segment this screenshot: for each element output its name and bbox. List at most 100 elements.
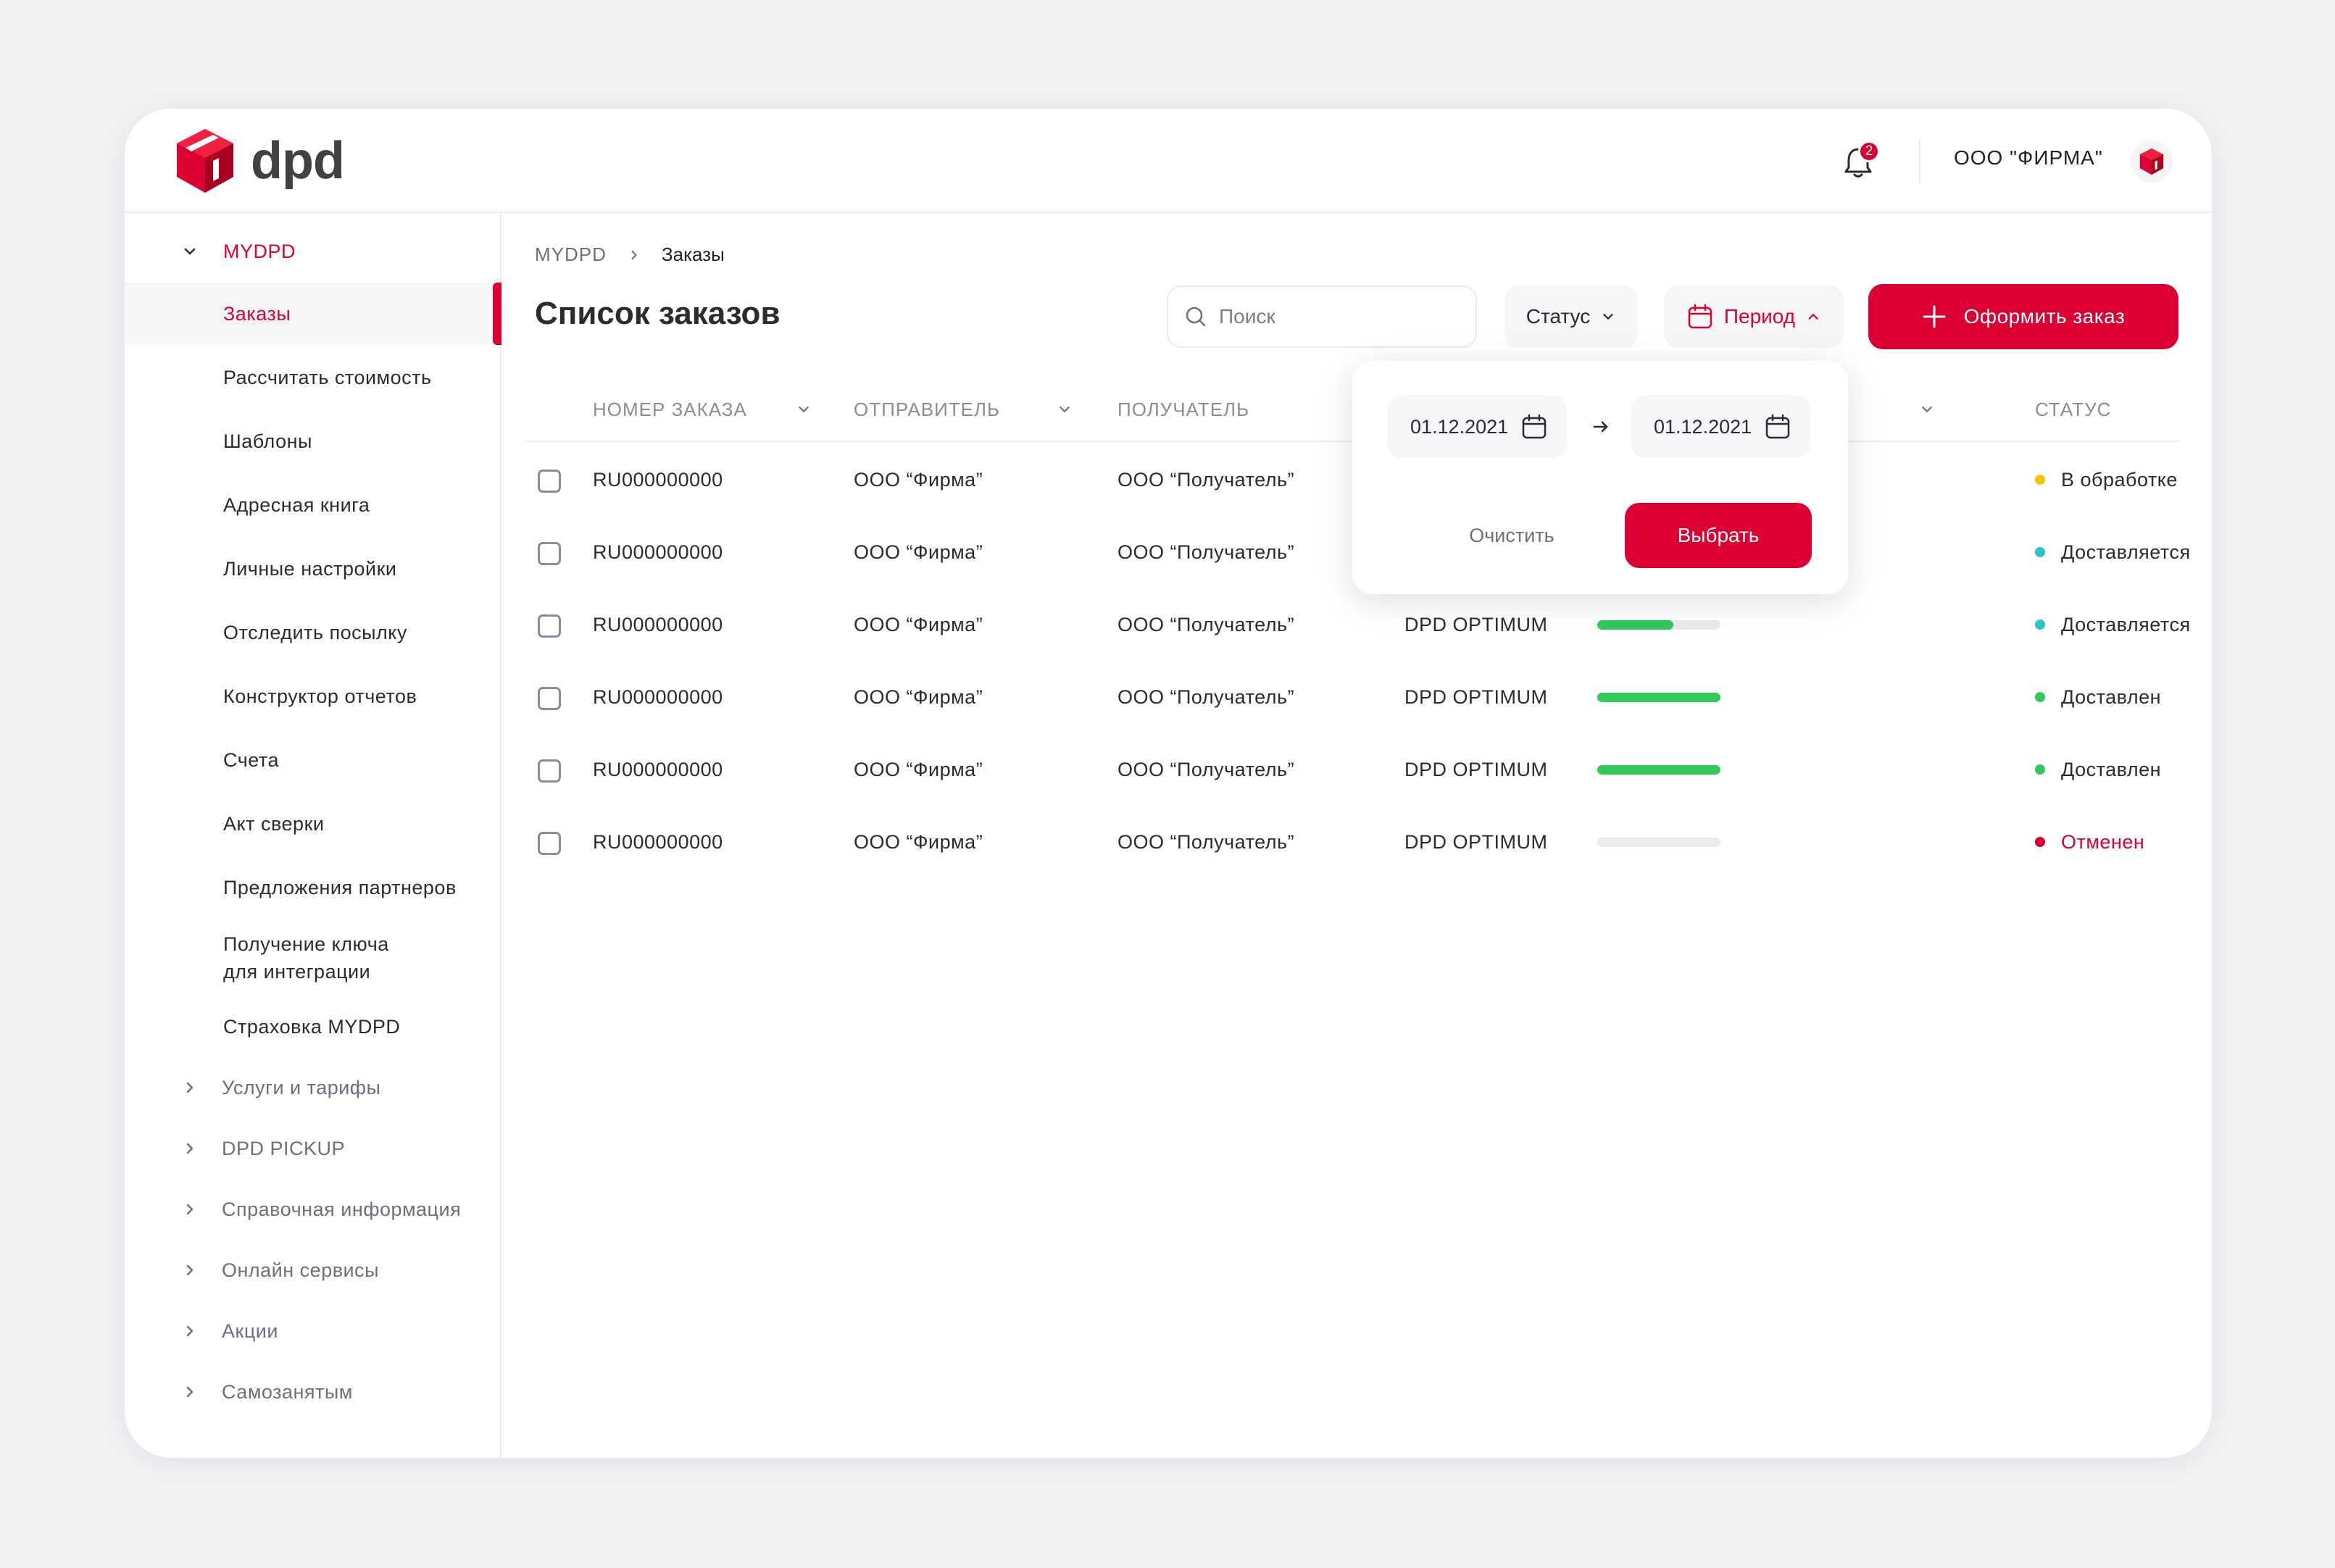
plus-icon (1923, 305, 1946, 328)
period-popup: 01.12.2021 01.12.2021 Очистить Выбрать (1352, 361, 1848, 594)
sidebar-section-self-employed[interactable]: Самозанятым (125, 1361, 501, 1423)
clear-button[interactable]: Очистить (1439, 503, 1584, 568)
recipient: ООО “Получатель” (1117, 830, 1295, 853)
breadcrumb-root[interactable]: MYDPD (535, 243, 607, 266)
sidebar-item-orders[interactable]: Заказы (125, 283, 501, 345)
table-row[interactable]: RU000000000 ООО “Фирма” ООО “Получатель”… (525, 588, 2190, 661)
sidebar-item-insurance[interactable]: Страховка MYDPD (125, 996, 501, 1058)
logo-text: dpd (251, 132, 345, 190)
row-checkbox[interactable] (538, 687, 561, 710)
status-text: Отменен (2061, 830, 2145, 853)
sidebar-item-calculate[interactable]: Рассчитать стоимость (125, 346, 501, 409)
dpd-logo[interactable]: dpd (175, 128, 345, 194)
sidebar-item-track-parcel[interactable]: Отследить посылку (125, 601, 501, 664)
column-header-status[interactable]: СТАТУС (2035, 377, 2212, 442)
sidebar-section-promotions[interactable]: Акции (125, 1300, 501, 1362)
chevron-up-icon (1808, 314, 1818, 320)
sender: ООО “Фирма” (854, 468, 983, 491)
sidebar-item-label: Личные настройки (223, 557, 397, 580)
sidebar-item-label: Шаблоны (223, 430, 312, 452)
table-row[interactable]: RU000000000 ООО “Фирма” ООО “Получатель”… (525, 806, 2180, 878)
search-box[interactable] (1167, 285, 1477, 348)
order-number[interactable]: RU000000000 (593, 443, 723, 516)
sidebar-item-label: Получение ключа для интеграции (223, 933, 389, 983)
sidebar-section-reference[interactable]: Справочная информация (125, 1178, 501, 1240)
status-text: Доставляется (2061, 613, 2191, 635)
sidebar-item-integration-key[interactable]: Получение ключа для интеграции (125, 920, 501, 996)
order-number[interactable]: RU000000000 (593, 588, 723, 661)
dpd-cube-icon (2139, 148, 2164, 175)
sidebar-item-address-book[interactable]: Адресная книга (125, 474, 501, 536)
calendar-icon[interactable] (1764, 413, 1791, 441)
sidebar-section-services[interactable]: Услуги и тарифы (125, 1056, 501, 1119)
chevron-down-icon (1060, 406, 1070, 412)
delivery-progress-bar (1597, 693, 1720, 702)
company-name[interactable]: ООО "ФИРМА" (1954, 146, 2103, 170)
column-header-sender[interactable]: ОТПРАВИТЕЛЬ (854, 377, 1086, 442)
sidebar-item-partner-offers[interactable]: Предложения партнеров (125, 856, 501, 919)
sidebar-item-label: Конструктор отчетов (223, 685, 417, 707)
sidebar-item-invoices[interactable]: Счета (125, 729, 501, 791)
search-input[interactable] (1219, 305, 1465, 328)
date-to-field[interactable]: 01.12.2021 (1631, 396, 1810, 458)
column-header-order-no[interactable]: НОМЕР ЗАКАЗА (593, 377, 825, 442)
sidebar-section-pickup[interactable]: DPD PICKUP (125, 1117, 501, 1180)
sidebar-item-label: Отследить посылку (223, 621, 407, 643)
row-checkbox[interactable] (538, 614, 561, 638)
calendar-icon (1688, 304, 1712, 329)
status-filter-button[interactable]: Статус (1504, 285, 1638, 348)
sidebar-section-label: MYDPD (223, 240, 296, 262)
sidebar-section-mydpd[interactable]: MYDPD (125, 220, 501, 283)
period-filter-button[interactable]: Период (1664, 285, 1844, 348)
create-order-button[interactable]: Оформить заказ (1868, 284, 2178, 349)
status-dot (2035, 692, 2045, 702)
sidebar-item-report-builder[interactable]: Конструктор отчетов (125, 665, 501, 727)
sidebar-item-templates[interactable]: Шаблоны (125, 410, 501, 472)
order-number[interactable]: RU000000000 (593, 661, 723, 733)
recipient: ООО “Получатель” (1117, 758, 1295, 780)
sender: ООО “Фирма” (854, 613, 983, 635)
sidebar-section-label: Акции (222, 1319, 278, 1342)
calendar-icon[interactable] (1520, 413, 1548, 441)
apply-button[interactable]: Выбрать (1625, 503, 1812, 568)
header-divider (1919, 139, 1920, 183)
period-filter-label: Период (1723, 305, 1796, 328)
column-header-recipient[interactable]: ПОЛУЧАТЕЛЬ (1117, 377, 1349, 442)
recipient: ООО “Получатель” (1117, 685, 1295, 708)
notification-badge: 2 (1858, 141, 1880, 162)
top-bar: dpd 2 ООО "ФИРМА" (125, 109, 2212, 213)
sidebar-section-online-services[interactable]: Онлайн сервисы (125, 1239, 501, 1301)
progress-fill (1597, 765, 1720, 775)
page-title: Список заказов (535, 296, 781, 331)
sidebar-item-label: Рассчитать стоимость (223, 366, 432, 388)
sender: ООО “Фирма” (854, 830, 983, 853)
chevron-right-icon (186, 1082, 193, 1093)
row-checkbox[interactable] (538, 470, 561, 493)
column-header-hidden-chevron[interactable] (1919, 377, 1948, 442)
chevron-down-icon (1922, 406, 1932, 412)
row-checkbox[interactable] (538, 832, 561, 855)
chevron-right-icon (186, 1143, 193, 1154)
date-from-field[interactable]: 01.12.2021 (1387, 396, 1567, 458)
table-row[interactable]: RU000000000 ООО “Фирма” ООО “Получатель”… (525, 733, 2180, 806)
delivery-progress-bar (1597, 620, 1720, 630)
sidebar-item-label: Страховка MYDPD (223, 1015, 401, 1038)
table-row[interactable]: RU000000000 ООО “Фирма” ООО “Получатель”… (525, 661, 2180, 733)
avatar[interactable] (2131, 141, 2173, 183)
column-header-label: ОТПРАВИТЕЛЬ (854, 398, 1001, 420)
app-window: dpd 2 ООО "ФИРМА" MYDPD Заказы Рассчитат… (125, 109, 2212, 1458)
row-checkbox[interactable] (538, 759, 561, 783)
status-cell: В обработке (2035, 443, 2178, 516)
order-number[interactable]: RU000000000 (593, 806, 723, 878)
progress-fill (1597, 693, 1720, 702)
chevron-right-icon (186, 1264, 193, 1276)
dpd-cube-icon (177, 129, 233, 193)
row-checkbox[interactable] (538, 542, 561, 565)
sidebar-item-reconciliation[interactable]: Акт сверки (125, 793, 501, 855)
sender: ООО “Фирма” (854, 758, 983, 780)
order-number[interactable]: RU000000000 (593, 733, 723, 806)
order-number[interactable]: RU000000000 (593, 516, 723, 588)
service: DPD OPTIMUM (1404, 685, 1548, 708)
progress-fill (1597, 620, 1674, 630)
sidebar-item-personal-settings[interactable]: Личные настройки (125, 538, 501, 600)
